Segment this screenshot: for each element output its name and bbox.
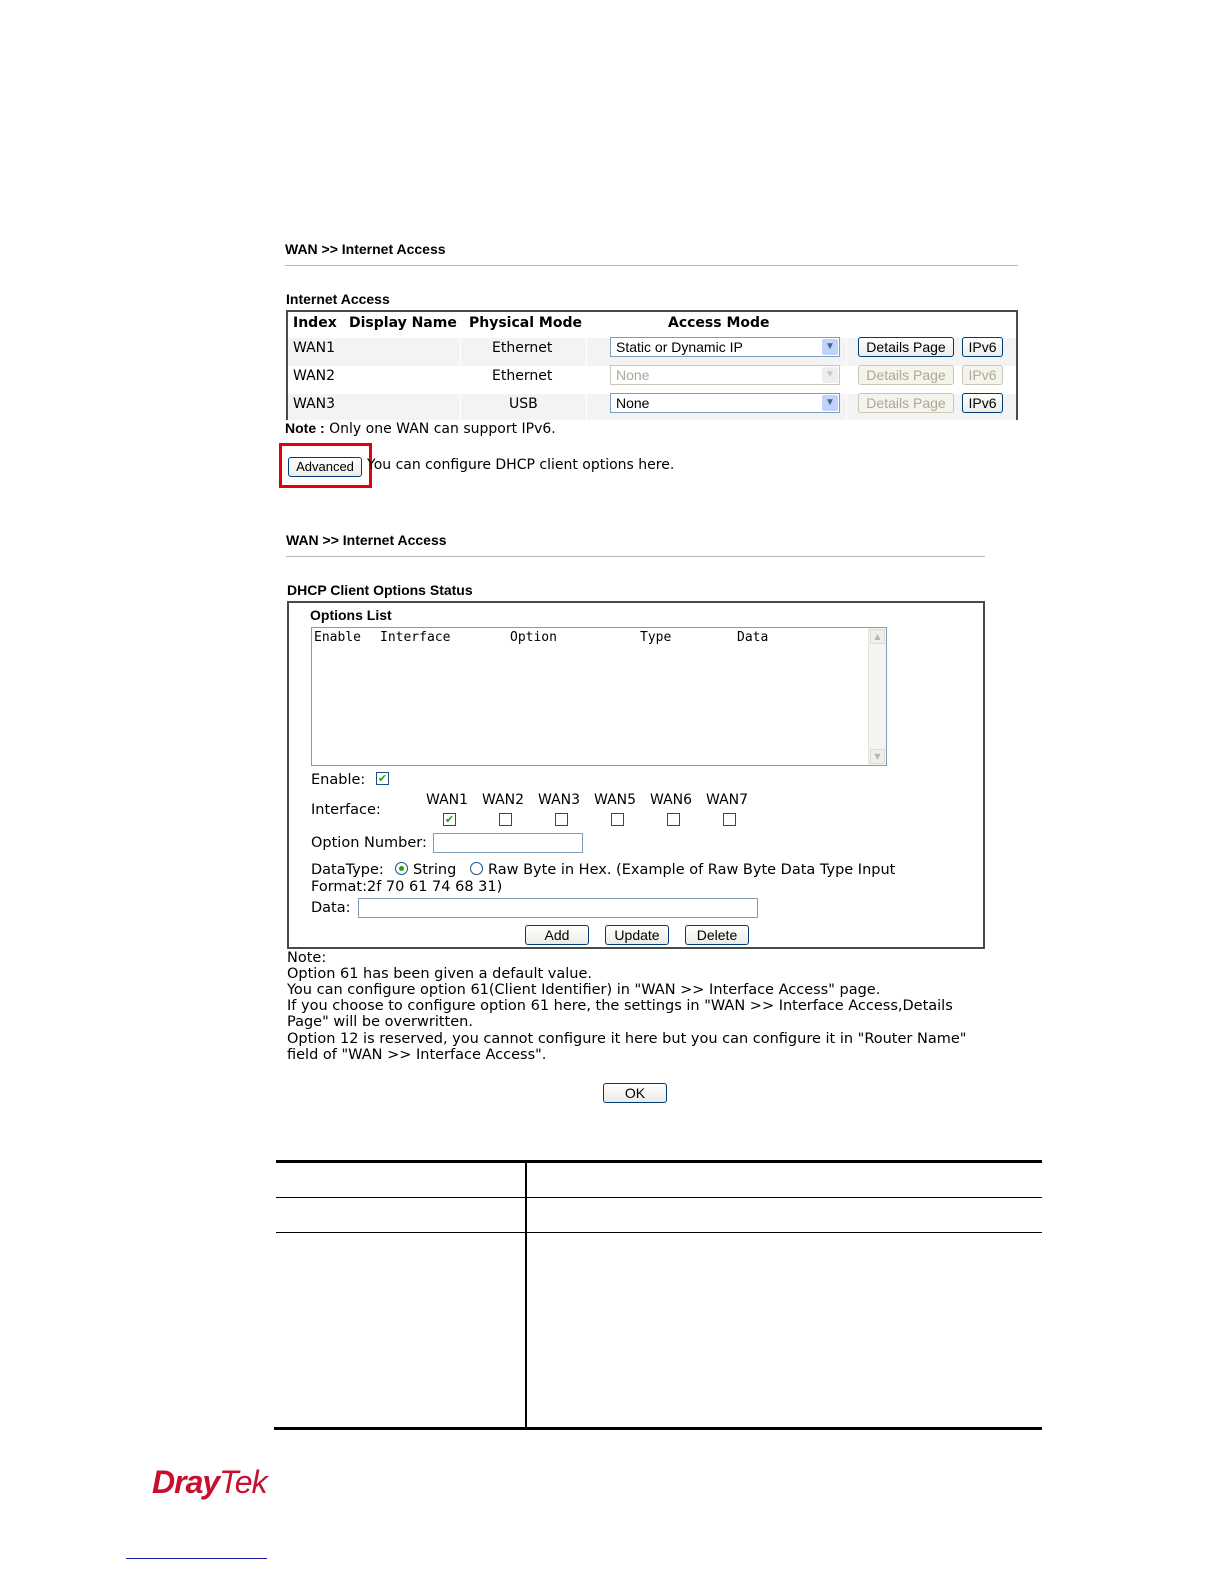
note-text: Only one WAN can support IPv6.	[329, 421, 556, 437]
note-line: If you choose to configure option 61 her…	[287, 998, 953, 1014]
interface-label: Interface:	[311, 802, 381, 818]
header-display-name: Display Name	[349, 315, 457, 331]
row-index: WAN2	[293, 368, 336, 384]
details-page-button-wan1[interactable]: Details Page	[858, 337, 954, 357]
divider	[286, 556, 985, 557]
enable-label: Enable:	[311, 772, 366, 788]
datatype-format-example: Format:2f 70 61 74 68 31)	[311, 879, 503, 895]
chevron-down-icon: ▼	[822, 339, 838, 355]
row-index: WAN3	[293, 396, 336, 412]
access-mode-select-wan2[interactable]: None ▼	[610, 365, 840, 385]
header-physical-mode: Physical Mode	[469, 315, 582, 331]
interface-checkbox-wan5[interactable]	[611, 813, 624, 826]
note-line: Option 61 has been given a default value…	[287, 966, 593, 982]
select-value: None	[616, 395, 650, 411]
select-value: Static or Dynamic IP	[616, 339, 743, 355]
interface-checkbox-wan1[interactable]: ✔	[443, 813, 456, 826]
interface-checkbox-wan3[interactable]	[555, 813, 568, 826]
data-label: Data:	[311, 900, 351, 916]
note-label: Note :	[285, 420, 325, 436]
dhcp-options-panel: Options List Enable Interface Option Typ…	[287, 601, 985, 949]
column-type: Type	[640, 630, 672, 645]
data-input[interactable]	[358, 898, 758, 918]
update-button[interactable]: Update	[605, 925, 669, 945]
enable-checkbox[interactable]: ✔	[376, 772, 389, 785]
option-number-input[interactable]	[433, 833, 583, 853]
datatype-string-label: String	[413, 862, 457, 878]
ipv6-note: Note : Only one WAN can support IPv6.	[285, 420, 556, 437]
note-line: Page" will be overwritten.	[287, 1014, 473, 1030]
delete-button[interactable]: Delete	[685, 925, 749, 945]
access-mode-select-wan1[interactable]: Static or Dynamic IP ▼	[610, 337, 840, 357]
internet-access-table: Index Display Name Physical Mode Access …	[286, 310, 1018, 420]
option-number-label: Option Number:	[311, 835, 427, 851]
interface-name-wan1: WAN1	[426, 792, 469, 808]
note-line: You can configure option 61(Client Ident…	[287, 982, 881, 998]
row-physical-mode: USB	[509, 396, 538, 412]
interface-name-wan2: WAN2	[482, 792, 525, 808]
note-line: field of "WAN >> Interface Access".	[287, 1047, 547, 1063]
ok-button[interactable]: OK	[603, 1083, 667, 1103]
row-index: WAN1	[293, 340, 336, 356]
column-option: Option	[510, 630, 557, 645]
interface-checkbox-wan6[interactable]	[667, 813, 680, 826]
chevron-down-icon: ▼	[822, 367, 838, 383]
interface-name-wan3: WAN3	[538, 792, 581, 808]
options-listbox[interactable]: Enable Interface Option Type Data ▲ ▼	[311, 627, 887, 766]
scroll-down-icon[interactable]: ▼	[870, 749, 885, 764]
datatype-string-radio[interactable]	[395, 862, 408, 875]
row-physical-mode: Ethernet	[492, 340, 553, 356]
access-mode-select-wan3[interactable]: None ▼	[610, 393, 840, 413]
details-page-button-wan2[interactable]: Details Page	[858, 365, 954, 385]
ipv6-button-wan3[interactable]: IPv6	[962, 393, 1003, 413]
interface-name-wan7: WAN7	[706, 792, 749, 808]
advanced-button[interactable]: Advanced	[288, 457, 362, 477]
note-heading: Note:	[287, 950, 327, 966]
ipv6-button-wan1[interactable]: IPv6	[962, 337, 1003, 357]
scroll-up-icon[interactable]: ▲	[870, 629, 885, 644]
interface-name-wan5: WAN5	[594, 792, 637, 808]
interface-name-wan6: WAN6	[650, 792, 693, 808]
datatype-raw-radio[interactable]	[470, 862, 483, 875]
column-interface: Interface	[380, 630, 451, 645]
logo-text-tek: Tek	[219, 1464, 267, 1500]
options-list-label: Options List	[310, 607, 392, 623]
note-line: Option 12 is reserved, you cannot config…	[287, 1031, 967, 1047]
interface-checkbox-wan7[interactable]	[723, 813, 736, 826]
chevron-down-icon: ▼	[822, 395, 838, 411]
header-access-mode: Access Mode	[668, 315, 770, 331]
footer-rule	[126, 1558, 267, 1559]
add-button[interactable]: Add	[525, 925, 589, 945]
interface-checkbox-wan2[interactable]	[499, 813, 512, 826]
row-physical-mode: Ethernet	[492, 368, 553, 384]
breadcrumb: WAN >> Internet Access	[285, 241, 446, 257]
draytek-logo: DrayTek	[152, 1464, 268, 1501]
header-index: Index	[293, 315, 337, 331]
column-data: Data	[737, 630, 769, 645]
details-page-button-wan3[interactable]: Details Page	[858, 393, 954, 413]
column-enable: Enable	[314, 630, 361, 645]
scrollbar[interactable]: ▲ ▼	[868, 628, 886, 765]
section-title: DHCP Client Options Status	[287, 582, 473, 598]
ipv6-button-wan2[interactable]: IPv6	[962, 365, 1003, 385]
breadcrumb: WAN >> Internet Access	[286, 532, 447, 548]
datatype-raw-label: Raw Byte in Hex. (Example of Raw Byte Da…	[488, 862, 896, 878]
section-title: Internet Access	[286, 291, 390, 307]
advanced-description: You can configure DHCP client options he…	[367, 457, 675, 473]
select-value: None	[616, 367, 650, 383]
divider	[285, 265, 1018, 266]
logo-text-dray: Dray	[152, 1464, 220, 1500]
datatype-label: DataType:	[311, 862, 384, 878]
